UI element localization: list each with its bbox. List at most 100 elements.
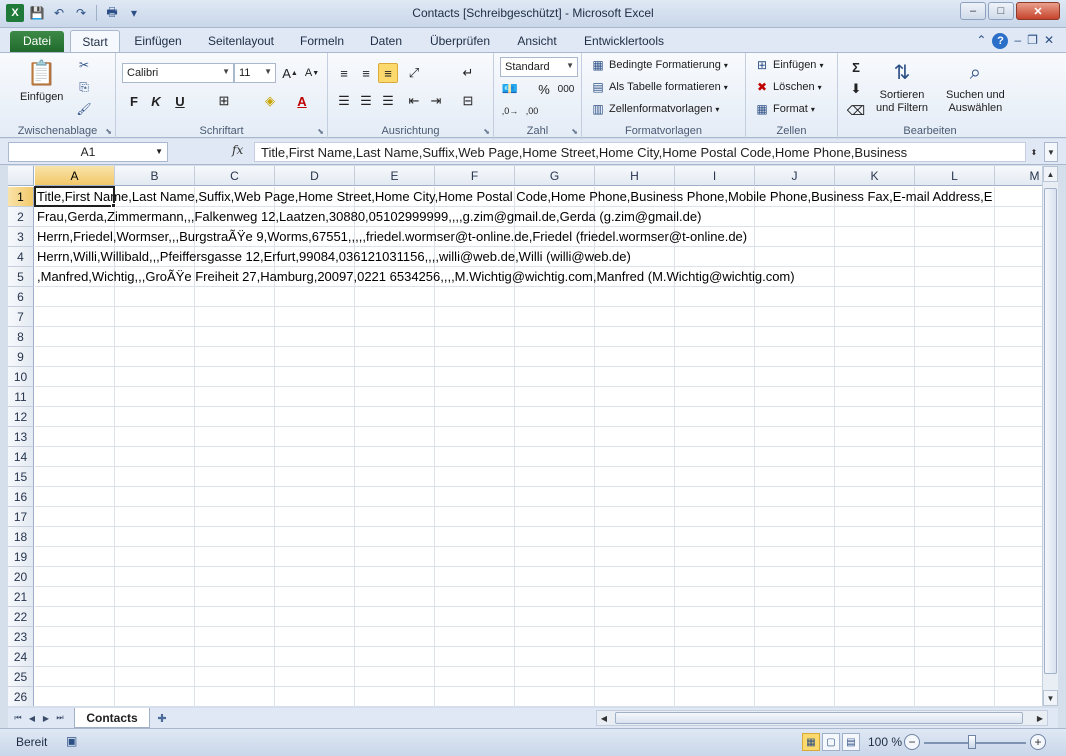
page-layout-view-icon[interactable]: ▢ — [822, 733, 840, 751]
row-header-16[interactable]: 16 — [8, 487, 34, 507]
column-header-i[interactable]: I — [675, 166, 755, 186]
column-header-c[interactable]: C — [195, 166, 275, 186]
scroll-right-icon[interactable]: ▶ — [1033, 711, 1047, 725]
tab-file[interactable]: Datei — [10, 31, 64, 52]
horizontal-scroll-thumb[interactable] — [615, 712, 1023, 724]
next-sheet-icon[interactable]: ▶ — [40, 711, 52, 725]
increase-indent-icon[interactable]: ⇥ — [426, 91, 446, 111]
row-header-10[interactable]: 10 — [8, 367, 34, 387]
column-header-e[interactable]: E — [355, 166, 435, 186]
orientation-icon[interactable]: ⤢ — [404, 63, 424, 83]
name-box[interactable]: A1 ▼ — [8, 142, 168, 162]
horizontal-scrollbar[interactable]: ◀ ▶ — [596, 710, 1048, 726]
align-middle-icon[interactable]: ≡ — [356, 63, 376, 83]
column-header-d[interactable]: D — [275, 166, 355, 186]
row-header-18[interactable]: 18 — [8, 527, 34, 547]
minimize-button[interactable]: – — [960, 2, 986, 20]
cell-styles-button[interactable]: ▥ Zellenformatvorlagen ▾ — [590, 101, 719, 117]
thousands-button[interactable]: 000 — [556, 79, 576, 99]
format-cells-button[interactable]: ▦ Format ▾ — [754, 101, 815, 117]
insert-cells-button[interactable]: ⊞ Einfügen ▾ — [754, 57, 823, 73]
row-header-13[interactable]: 13 — [8, 427, 34, 447]
tab-formulas[interactable]: Formeln — [294, 32, 350, 52]
tab-review[interactable]: Überprüfen — [424, 32, 496, 52]
zoom-level[interactable]: 100 % — [868, 735, 902, 749]
column-header-a[interactable]: A — [35, 166, 115, 186]
sheet-tab-contacts[interactable]: Contacts — [74, 708, 150, 728]
column-header-l[interactable]: L — [915, 166, 995, 186]
page-break-view-icon[interactable]: ▤ — [842, 733, 860, 751]
column-header-b[interactable]: B — [115, 166, 195, 186]
wrap-text-icon[interactable]: ↵ — [458, 63, 478, 83]
scroll-down-icon[interactable]: ▼ — [1043, 690, 1058, 706]
font-size-combo[interactable]: 11 ▼ — [234, 63, 276, 83]
expand-formula-bar-icon[interactable]: ▼ — [1044, 142, 1058, 162]
underline-button[interactable]: U — [170, 91, 190, 111]
align-center-icon[interactable]: ☰ — [356, 91, 376, 111]
align-left-icon[interactable]: ☰ — [334, 91, 354, 111]
minimize-ribbon-icon[interactable]: ⌃ — [976, 33, 986, 49]
zoom-slider-thumb[interactable] — [968, 735, 976, 749]
first-sheet-icon[interactable]: ⏮ — [12, 711, 24, 725]
zoom-in-button[interactable]: + — [1030, 734, 1046, 750]
row-header-15[interactable]: 15 — [8, 467, 34, 487]
format-as-table-button[interactable]: ▤ Als Tabelle formatieren ▾ — [590, 79, 727, 95]
fill-icon[interactable]: ⬇ — [846, 79, 866, 99]
grow-font-button[interactable]: A ▲ — [280, 63, 300, 83]
font-name-combo[interactable]: Calibri ▼ — [122, 63, 234, 83]
autosum-button[interactable]: Σ — [846, 57, 866, 77]
cut-button[interactable]: ✂ — [76, 57, 92, 73]
close-button[interactable]: ✕ — [1016, 2, 1060, 20]
italic-button[interactable]: K — [146, 91, 166, 111]
doc-close-icon[interactable]: ✕ — [1044, 33, 1054, 49]
find-select-button[interactable]: ⌕ Suchen und Auswählen — [946, 57, 1005, 115]
clear-icon[interactable]: ⌫ — [846, 101, 866, 121]
align-right-icon[interactable]: ☰ — [378, 91, 398, 111]
worksheet-grid[interactable]: ABCDEFGHIJKLM 1 2 3 4 5 6 7 8 9 10 11 12 13 14 15 16 17 1… — [8, 166, 1042, 706]
row-header-3[interactable]: 3 — [8, 227, 34, 247]
conditional-formatting-button[interactable]: ▦ Bedingte Formatierung ▾ — [590, 57, 728, 73]
tab-developer[interactable]: Entwicklertools — [578, 32, 670, 52]
select-all-corner[interactable] — [8, 166, 34, 186]
row-header-4[interactable]: 4 — [8, 247, 34, 267]
row-header-25[interactable]: 25 — [8, 667, 34, 687]
sort-filter-button[interactable]: ⇅ Sortieren und Filtern — [876, 57, 928, 115]
increase-decimal-icon[interactable]: ,0→ — [500, 101, 520, 121]
fill-color-icon[interactable]: ◈ — [260, 91, 280, 111]
row-header-23[interactable]: 23 — [8, 627, 34, 647]
vertical-scrollbar[interactable]: ▲ ▼ — [1042, 166, 1058, 706]
row-header-6[interactable]: 6 — [8, 287, 34, 307]
row-header-9[interactable]: 9 — [8, 347, 34, 367]
row-header-14[interactable]: 14 — [8, 447, 34, 467]
row-header-21[interactable]: 21 — [8, 587, 34, 607]
copy-button[interactable]: ⎘ — [76, 79, 92, 95]
column-header-j[interactable]: J — [755, 166, 835, 186]
row-header-17[interactable]: 17 — [8, 507, 34, 527]
decrease-indent-icon[interactable]: ⇤ — [404, 91, 424, 111]
currency-icon[interactable]: 💶 — [500, 79, 520, 99]
decrease-decimal-icon[interactable]: ,00 — [522, 101, 542, 121]
column-header-m[interactable]: M — [995, 166, 1042, 186]
formula-input[interactable]: Title,First Name,Last Name,Suffix,Web Pa… — [254, 142, 1026, 162]
row-header-1[interactable]: 1 — [8, 187, 34, 207]
scroll-left-icon[interactable]: ◀ — [597, 711, 611, 725]
column-header-g[interactable]: G — [515, 166, 595, 186]
delete-cells-button[interactable]: ✖ Löschen ▾ — [754, 79, 822, 95]
tab-page-layout[interactable]: Seitenlayout — [202, 32, 280, 52]
dialog-launcher-icon[interactable]: ⬊ — [571, 127, 578, 136]
shrink-font-button[interactable]: A ▼ — [302, 63, 322, 83]
bold-button[interactable]: F — [124, 91, 144, 111]
row-header-2[interactable]: 2 — [8, 207, 34, 227]
row-header-22[interactable]: 22 — [8, 607, 34, 627]
cell-a4[interactable]: Herrn,Willi,Willibald,,,Pfeiffersgasse 1… — [36, 247, 631, 267]
row-header-19[interactable]: 19 — [8, 547, 34, 567]
formula-scroll-icon[interactable]: ⬍ — [1026, 142, 1042, 162]
last-sheet-icon[interactable]: ⏭ — [54, 711, 66, 725]
tab-start[interactable]: Start — [70, 30, 120, 53]
row-header-24[interactable]: 24 — [8, 647, 34, 667]
row-header-11[interactable]: 11 — [8, 387, 34, 407]
row-header-8[interactable]: 8 — [8, 327, 34, 347]
doc-restore-icon[interactable]: ❐ — [1027, 33, 1038, 49]
align-top-icon[interactable]: ≡ — [334, 63, 354, 83]
dialog-launcher-icon[interactable]: ⬊ — [317, 127, 324, 136]
